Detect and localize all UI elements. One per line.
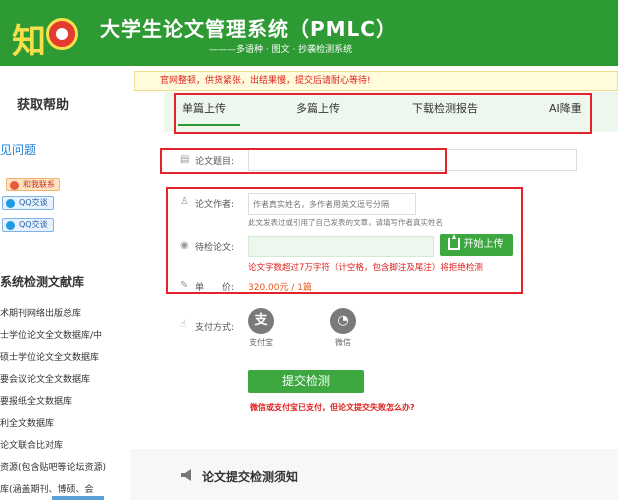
payment-icon: ☝	[180, 319, 187, 330]
database-list-title: 系统检测文献库	[0, 275, 85, 289]
logo-circle-icon	[46, 18, 78, 50]
title-input[interactable]	[248, 149, 577, 171]
qq-chat-label: QQ交谈	[19, 198, 48, 207]
qq-icon	[6, 199, 15, 208]
notes-title: 论文提交检测须知	[202, 470, 299, 484]
submit-check-button[interactable]: 提交检测	[248, 370, 364, 393]
notice-banner: 官网整顿，供货紧张，出结果慢，提交后请耐心等待!	[134, 71, 618, 91]
contact-icon	[10, 181, 19, 190]
document-icon: ▤	[180, 154, 190, 165]
author-label: 论文作者:	[195, 200, 235, 210]
file-icon: ◉	[180, 240, 189, 251]
qq-chat-button[interactable]: QQ交谈	[2, 196, 54, 210]
author-hint: 此文发表过或引用了自己发表的文章，请填写作者真实姓名	[248, 218, 443, 227]
database-item: 要会议论文全文数据库	[0, 375, 91, 385]
submit-help-link[interactable]: 微信或支付宝已支付，但论文提交失败怎么办?	[250, 402, 415, 413]
megaphone-icon	[181, 469, 191, 481]
upload-tabs: 单篇上传 多篇上传 下载检测报告 AI降重	[164, 92, 618, 132]
author-input[interactable]	[248, 193, 416, 215]
qq-chat-button[interactable]: QQ交谈	[2, 218, 54, 232]
bottom-accent-strip	[52, 496, 104, 500]
file-input[interactable]	[248, 236, 434, 257]
alipay-label: 支付宝	[249, 338, 273, 347]
database-item: 硕士学位论文全文数据库	[0, 353, 100, 363]
price-value: 320.00元 / 1篇	[248, 283, 312, 293]
title-label: 论文题目:	[195, 157, 235, 167]
qq-chat-label: QQ交谈	[19, 220, 48, 229]
tab-multi-upload[interactable]: 多篇上传	[296, 100, 340, 116]
database-item: 库(涵盖期刊、博硕、会	[0, 485, 94, 495]
alipay-option[interactable]: 支 支付宝	[244, 308, 278, 348]
database-item: 术期刊网络出版总库	[0, 309, 82, 319]
upload-icon	[448, 234, 460, 250]
database-item: 资源(包含贴吧等论坛资源)	[0, 463, 107, 473]
left-sidebar: 获取帮助 见问题 和我联系 QQ交谈 QQ交谈 系统检测文献库 术期刊网络出版总…	[0, 66, 130, 500]
price-tag-icon: ✎	[180, 280, 189, 291]
qq-icon	[6, 221, 15, 230]
alipay-icon: 支	[248, 308, 274, 334]
logo-text: 知	[12, 22, 46, 62]
wechat-label: 微信	[335, 338, 351, 347]
tab-single-upload[interactable]: 单篇上传	[182, 100, 226, 116]
payment-label: 支付方式:	[195, 323, 235, 333]
contact-badge-label: 和我联系	[23, 180, 55, 189]
help-title: 获取帮助	[17, 98, 70, 113]
site-subtitle: ———多语种 · 图文 · 抄袭检测系统	[209, 45, 353, 55]
wechat-icon: ◔	[330, 308, 356, 334]
site-logo[interactable]: 知	[12, 8, 82, 62]
faq-link[interactable]: 见问题	[0, 141, 36, 158]
price-label: 单 价:	[195, 283, 235, 293]
tab-ai-rewrite[interactable]: AI降重	[549, 100, 582, 116]
database-item: 士学位论文全文数据库/中	[0, 331, 103, 341]
active-tab-indicator	[178, 124, 240, 126]
contact-badge[interactable]: 和我联系	[6, 178, 60, 191]
database-item: 利全文数据库	[0, 419, 55, 429]
database-item: 论文联合比对库	[0, 441, 64, 451]
wechat-option[interactable]: ◔ 微信	[326, 308, 360, 348]
user-icon: ♙	[180, 196, 189, 207]
database-item: 要报纸全文数据库	[0, 397, 73, 407]
main-panel: 官网整顿，供货紧张，出结果慢，提交后请耐心等待! 单篇上传 多篇上传 下载检测报…	[130, 66, 618, 500]
tab-download-report[interactable]: 下载检测报告	[412, 100, 478, 116]
length-warning: 论文字数超过7万字符（计空格，包含脚注及尾注）将拒绝检测	[248, 263, 483, 273]
site-title: 大学生论文管理系统（PMLC）	[100, 17, 397, 41]
site-header: 知 大学生论文管理系统（PMLC） ———多语种 · 图文 · 抄袭检测系统	[0, 0, 618, 66]
file-label: 待检论文:	[195, 243, 235, 253]
start-upload-button[interactable]: 开始上传	[440, 234, 513, 256]
